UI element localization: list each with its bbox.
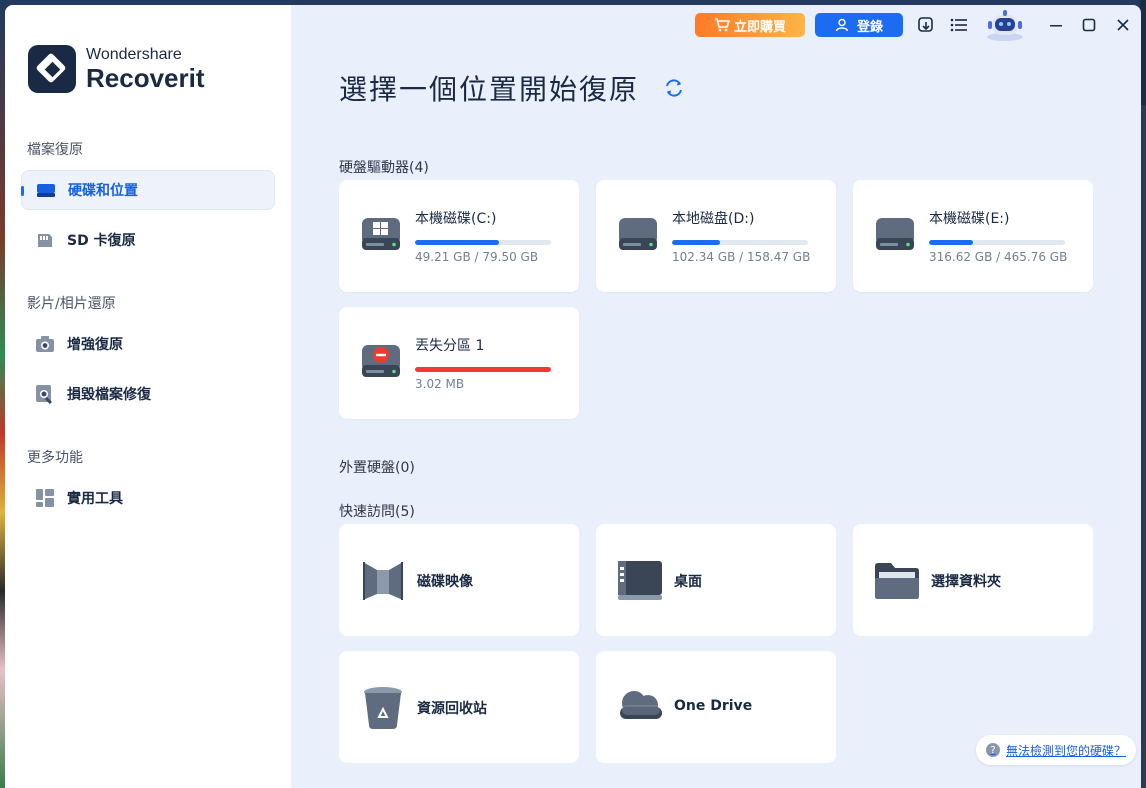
drive-name: 本機磁碟(E:) (929, 211, 1010, 227)
quick-access-title: 快速訪問(5) (339, 504, 415, 520)
sidebar-item-label: SD 卡復原 (67, 233, 136, 249)
drive-size: 49.21 GB / 79.50 GB (415, 250, 539, 264)
sidebar-item-tools[interactable]: 實用工具 (21, 478, 275, 518)
cannot-detect-drive-link[interactable]: ? 無法檢測到您的硬碟？ (976, 735, 1137, 765)
app-logo: Wondershare Recoverit (28, 45, 205, 93)
sd-card-icon (35, 230, 55, 250)
feedback-icon[interactable] (915, 14, 937, 36)
drive-usage-bar (929, 240, 1065, 245)
drive-size: 316.62 GB / 465.76 GB (929, 250, 1068, 264)
minimize-icon[interactable] (1045, 14, 1067, 36)
hard-drive-icon (875, 214, 915, 258)
drive-size: 102.34 GB / 158.47 GB (672, 250, 811, 264)
quick-disk-image[interactable]: 磁碟映像 (339, 524, 579, 636)
sidebar-item-file-repair[interactable]: 損毀檔案修復 (21, 374, 275, 414)
repair-icon (35, 384, 55, 404)
quick-recycle-bin[interactable]: 資源回收站 (339, 651, 579, 763)
page-title: 選擇一個位置開始復原 (339, 73, 640, 106)
quick-label: 磁碟映像 (417, 574, 473, 590)
active-indicator (21, 186, 24, 196)
drive-name: 本機磁碟(C:) (415, 211, 497, 227)
menu-icon[interactable] (948, 14, 970, 36)
disk-image-icon (359, 558, 407, 602)
help-link-label: 無法檢測到您的硬碟？ (1006, 743, 1127, 758)
hard-drive-icon (618, 214, 658, 258)
cart-icon (714, 18, 730, 32)
drive-usage-bar (672, 240, 808, 245)
sidebar-item-label: 硬碟和位置 (68, 183, 138, 199)
quick-label: 選擇資料夾 (931, 574, 1001, 590)
recycle-bin-icon (359, 685, 407, 729)
buy-now-button[interactable]: 立即購買 (695, 13, 805, 37)
brand-name: Recoverit (86, 63, 205, 93)
camera-icon (35, 334, 55, 354)
drive-card-c[interactable]: 本機磁碟(C:) 49.21 GB / 79.50 GB (339, 180, 579, 292)
maximize-icon[interactable] (1078, 14, 1100, 36)
user-icon (835, 18, 849, 32)
lost-partition-icon (361, 341, 401, 385)
desktop-icon (616, 558, 664, 602)
sidebar-item-label: 實用工具 (67, 491, 123, 507)
quick-onedrive[interactable]: One Drive (596, 651, 836, 763)
drive-card-e[interactable]: 本機磁碟(E:) 316.62 GB / 465.76 GB (853, 180, 1093, 292)
refresh-icon[interactable] (663, 77, 685, 99)
sidebar-item-label: 增強復原 (67, 337, 123, 353)
main-content: 立即購買 登錄 選擇一個位置開始復原 硬盤驅動器(4) 本機磁碟(C:) 49.… (291, 5, 1141, 788)
help-icon: ? (986, 743, 1000, 757)
drive-name: 丟失分區 1 (415, 338, 485, 354)
quick-label: 資源回收站 (417, 701, 487, 717)
drive-usage-bar (415, 240, 551, 245)
robot-assistant-icon[interactable] (983, 9, 1027, 41)
sidebar-item-enhanced-recovery[interactable]: 增強復原 (21, 324, 275, 364)
sidebar: Wondershare Recoverit 檔案復原 硬碟和位置 SD 卡復原 … (5, 5, 291, 788)
quick-label: One Drive (674, 698, 753, 714)
drive-card-lost-partition[interactable]: 丟失分區 1 3.02 MB (339, 307, 579, 419)
drive-card-d[interactable]: 本地磁盘(D:) 102.34 GB / 158.47 GB (596, 180, 836, 292)
sidebar-item-drives[interactable]: 硬碟和位置 (21, 170, 275, 210)
folder-icon (873, 558, 921, 602)
sidebar-item-label: 損毀檔案修復 (67, 387, 151, 403)
external-drives-title: 外置硬盤(0) (339, 460, 415, 476)
app-window: Wondershare Recoverit 檔案復原 硬碟和位置 SD 卡復原 … (5, 5, 1141, 788)
onedrive-icon (616, 685, 664, 729)
login-button[interactable]: 登錄 (815, 13, 903, 37)
recoverit-logo-icon (28, 45, 76, 93)
sidebar-item-sd-card[interactable]: SD 卡復原 (21, 220, 275, 260)
quick-desktop[interactable]: 桌面 (596, 524, 836, 636)
windows-drive-icon (361, 214, 401, 258)
drive-icon (36, 180, 56, 200)
buy-now-label: 立即購買 (733, 19, 786, 35)
close-icon[interactable] (1112, 14, 1134, 36)
drive-size: 3.02 MB (415, 377, 465, 391)
sidebar-section-more: 更多功能 (27, 450, 83, 466)
hard-drives-title: 硬盤驅動器(4) (339, 160, 429, 176)
quick-select-folder[interactable]: 選擇資料夾 (853, 524, 1093, 636)
tools-icon (35, 488, 55, 508)
sidebar-section-media-recovery: 影片/相片還原 (27, 296, 116, 312)
brand-sub: Wondershare (86, 46, 182, 63)
drive-usage-bar (415, 367, 551, 372)
drive-name: 本地磁盘(D:) (672, 211, 755, 227)
login-label: 登錄 (856, 19, 883, 35)
sidebar-section-file-recovery: 檔案復原 (27, 142, 83, 158)
quick-label: 桌面 (674, 574, 702, 590)
